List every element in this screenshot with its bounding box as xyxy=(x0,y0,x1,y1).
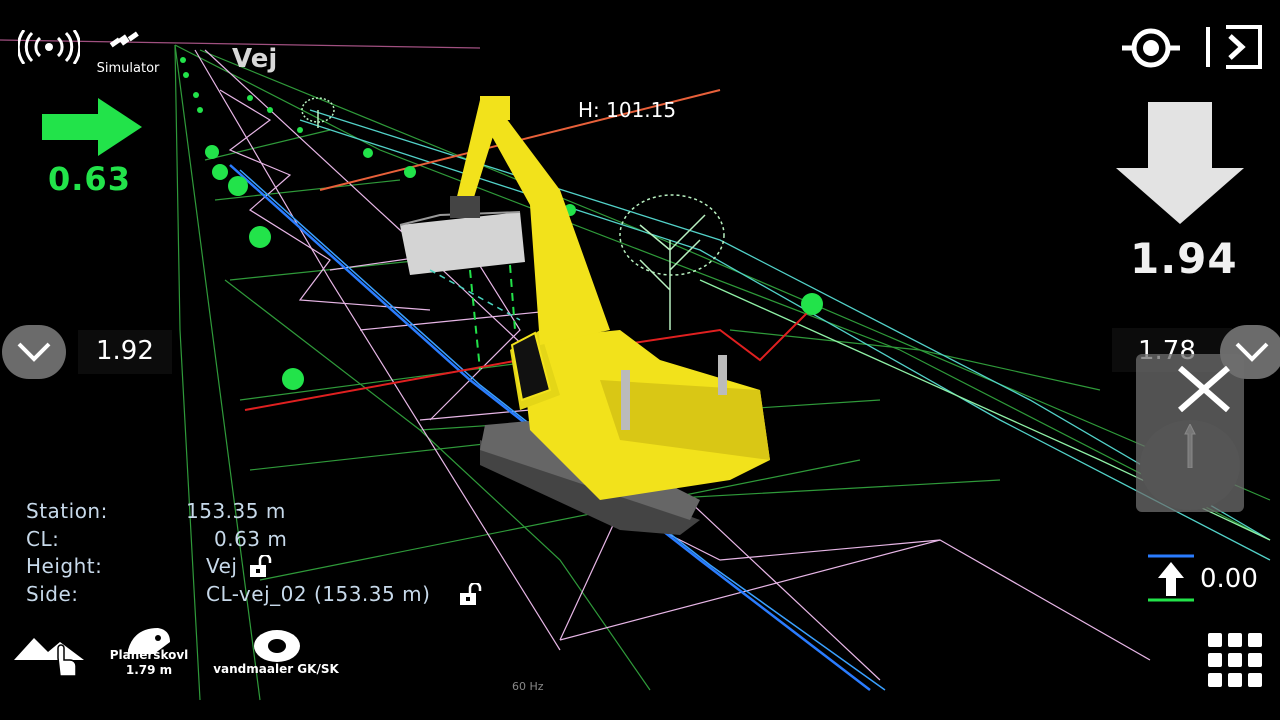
cl-offset-value: 0.63 xyxy=(48,160,131,198)
exit-panel-icon[interactable] xyxy=(1204,24,1264,74)
height-value: Vej xyxy=(206,554,238,578)
side-label: Side: xyxy=(26,582,79,606)
station-label: Station: xyxy=(26,499,108,523)
left-edge-value: 1.92 xyxy=(96,336,154,366)
offset-right-arrow-icon xyxy=(40,96,144,162)
station-value: 153.35 m xyxy=(186,499,286,523)
mode-label: Simulator xyxy=(96,61,160,76)
chevron-down-icon xyxy=(17,342,51,362)
excavator-model xyxy=(399,96,770,535)
virtual-joystick-panel[interactable] xyxy=(1136,354,1244,512)
height-label: Height: xyxy=(26,554,103,578)
sensor-name: vandmaaler GK/SK xyxy=(213,662,339,676)
unlock-icon[interactable] xyxy=(246,555,276,579)
cut-value: 1.94 xyxy=(1130,234,1238,283)
cl-label: CL: xyxy=(26,527,60,551)
close-icon[interactable] xyxy=(1176,366,1232,412)
arrow-up-icon xyxy=(1184,424,1196,468)
unlock-icon[interactable] xyxy=(456,583,486,607)
left-edge-dropdown-button[interactable] xyxy=(2,325,66,379)
terrain-touch-icon[interactable] xyxy=(14,630,86,682)
radio-signal-icon[interactable] xyxy=(16,29,82,68)
bucket-name: Planerskovl xyxy=(109,648,189,662)
height-marker-label: H: 101.15 xyxy=(578,98,677,122)
satellite-icon[interactable] xyxy=(108,28,140,58)
fps-label: 60 Hz xyxy=(512,680,544,693)
elevation-offset-value: 0.00 xyxy=(1200,564,1258,594)
cut-down-arrow-icon xyxy=(1114,102,1246,230)
bucket-width: 1.79 m xyxy=(125,663,173,677)
elevation-offset-icon[interactable] xyxy=(1144,552,1198,608)
joystick-knob[interactable] xyxy=(1140,420,1240,510)
side-value: CL-vej_02 (153.35 m) xyxy=(206,582,431,606)
cl-value: 0.63 m xyxy=(214,527,288,551)
surface-label: Vej xyxy=(232,44,278,74)
target-icon[interactable] xyxy=(1122,22,1180,78)
grid-menu-icon[interactable] xyxy=(1202,630,1268,690)
